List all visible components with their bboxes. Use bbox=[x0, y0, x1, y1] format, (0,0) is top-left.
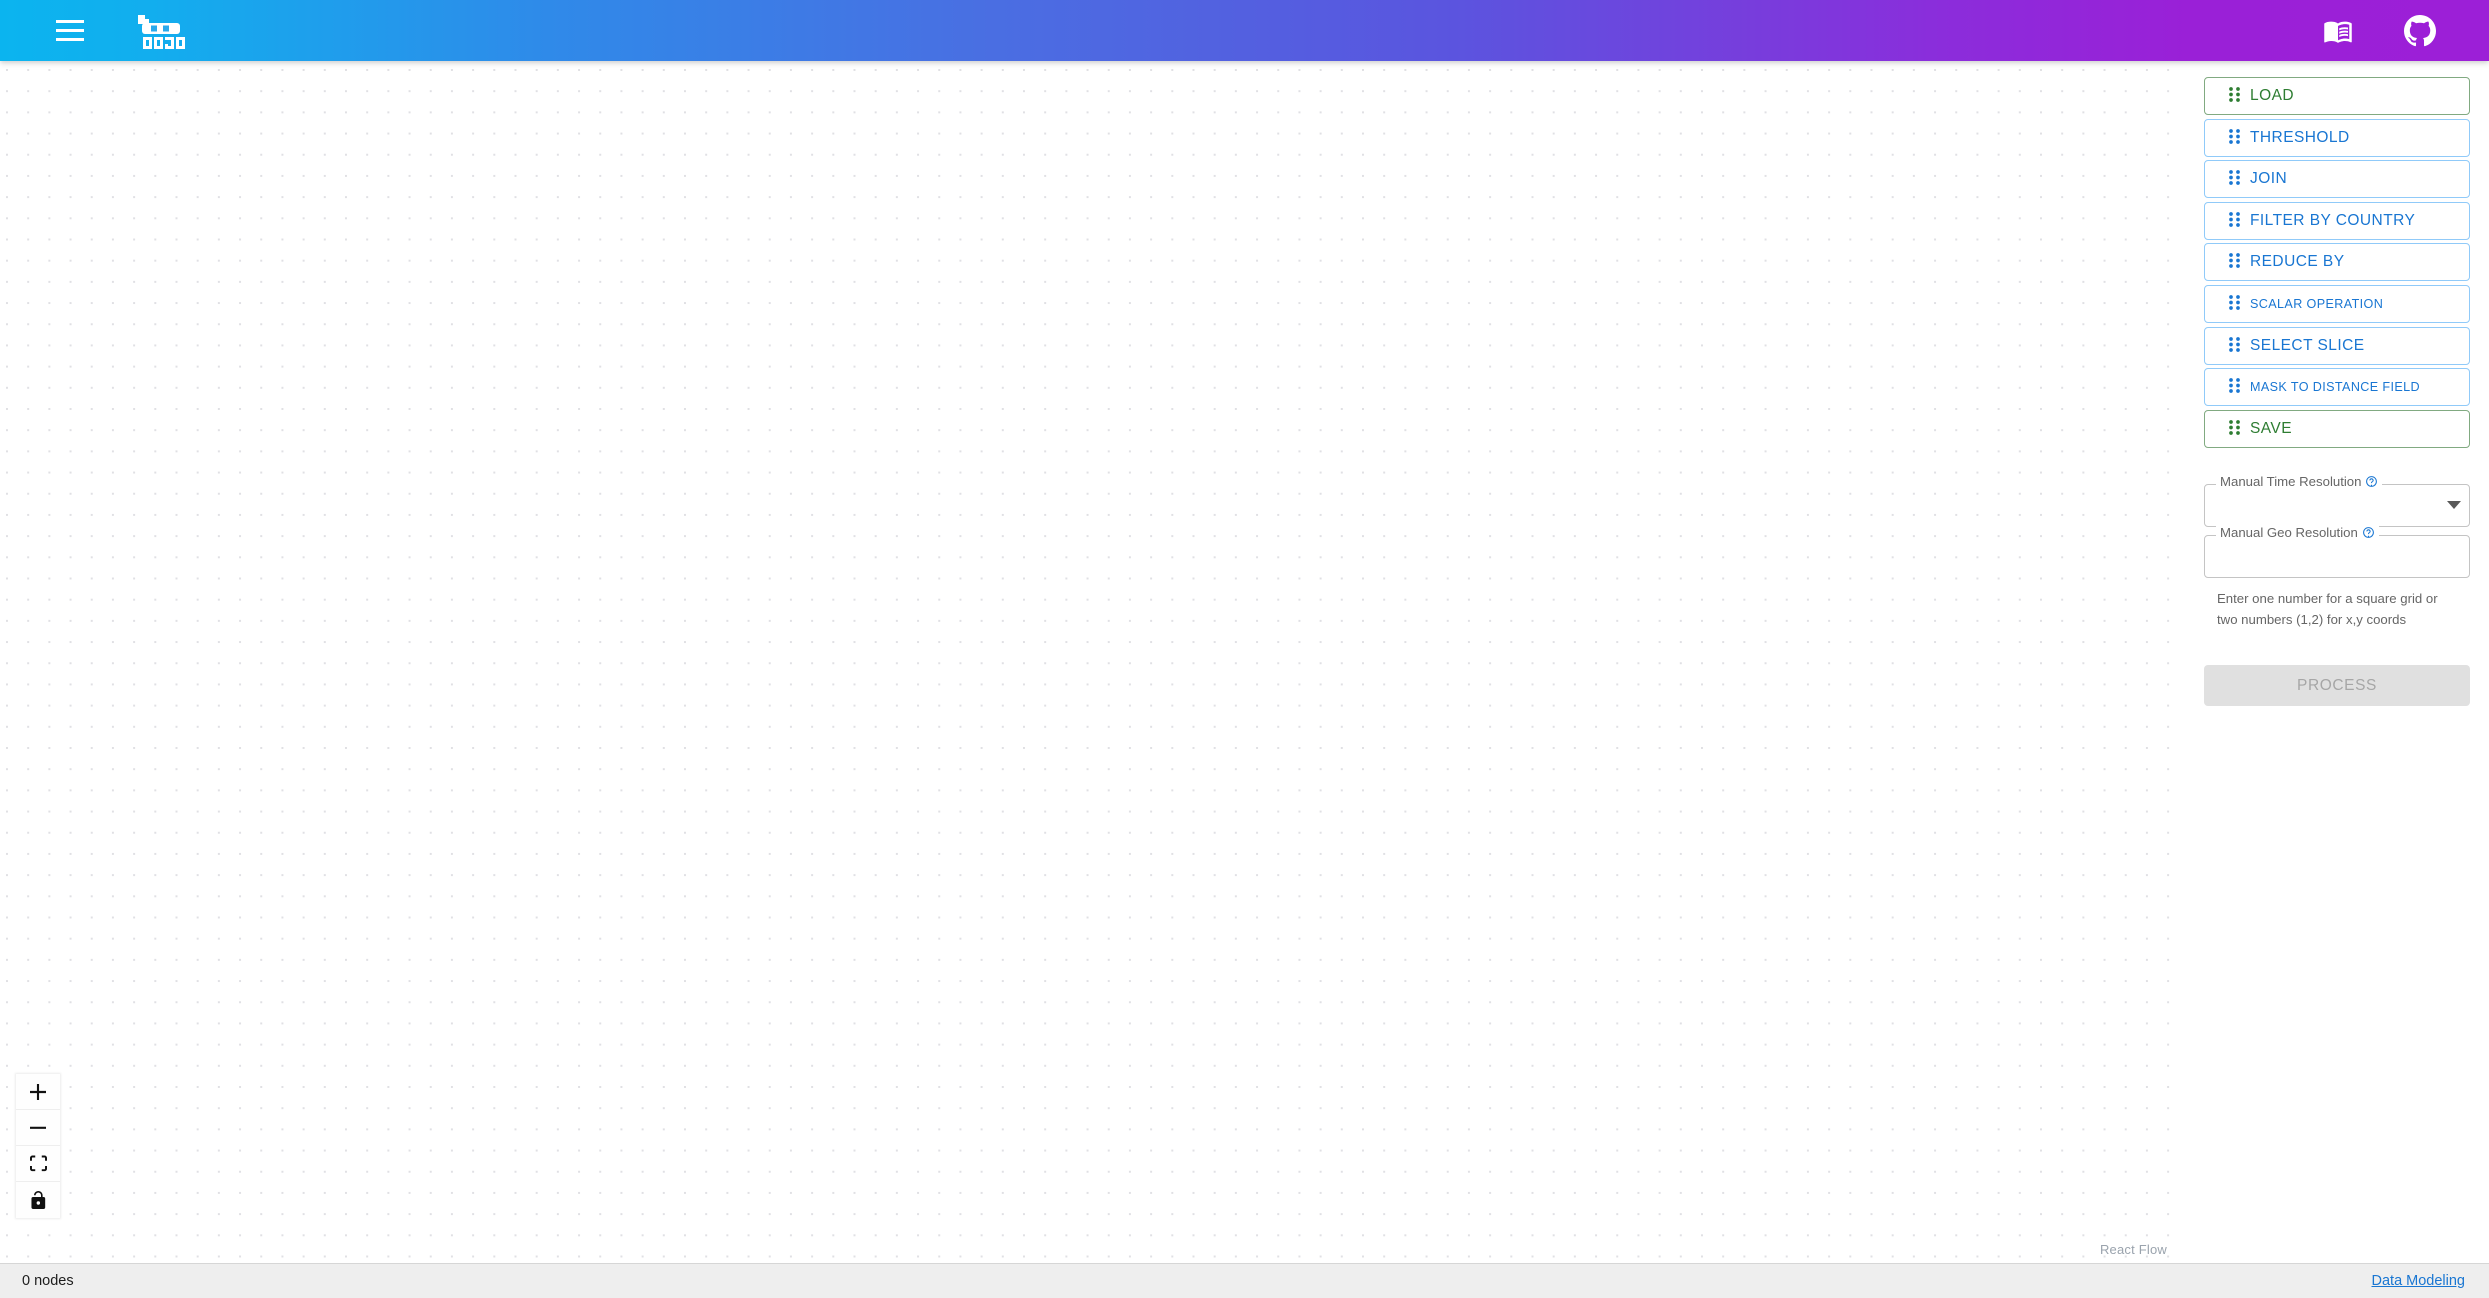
operation-label: Reduce By bbox=[2250, 253, 2345, 271]
operation-filter-by-country[interactable]: Filter by Country bbox=[2204, 201, 2470, 240]
app-root: React Flow Load bbox=[0, 0, 2489, 1298]
data-modeling-link[interactable]: Data Modeling bbox=[2372, 1273, 2466, 1289]
drag-dots-icon[interactable] bbox=[2229, 87, 2240, 105]
book-icon[interactable] bbox=[2317, 10, 2359, 52]
fit-view-icon[interactable] bbox=[16, 1146, 60, 1182]
drag-dots-icon[interactable] bbox=[2229, 378, 2240, 396]
operation-join[interactable]: Join bbox=[2204, 160, 2470, 199]
geo-resolution-helper-text: Enter one number for a square grid or tw… bbox=[2217, 590, 2438, 627]
unlock-icon[interactable] bbox=[16, 1182, 60, 1218]
drag-dots-icon[interactable] bbox=[2229, 170, 2240, 188]
operation-label: Scalar Operation bbox=[2250, 296, 2384, 311]
manual-geo-resolution-field[interactable]: Manual Geo Resolution bbox=[2204, 526, 2470, 578]
node-count-label: 0 nodes bbox=[22, 1273, 74, 1289]
minus-icon[interactable] bbox=[16, 1110, 60, 1146]
manual-geo-resolution-input[interactable] bbox=[2204, 534, 2470, 578]
operation-label: Select Slice bbox=[2250, 336, 2365, 354]
resolution-fields: Manual Time Resolution Manual Geo Resolu… bbox=[2204, 475, 2470, 707]
manual-time-resolution-field[interactable]: Manual Time Resolution bbox=[2204, 475, 2470, 527]
menu-bar-1 bbox=[56, 20, 84, 23]
flow-canvas[interactable]: React Flow bbox=[0, 61, 2185, 1263]
hamburger-menu-icon[interactable] bbox=[48, 9, 92, 53]
manual-time-resolution-select[interactable] bbox=[2204, 484, 2470, 527]
operation-scalar-operation[interactable]: Scalar Operation bbox=[2204, 284, 2470, 323]
process-button[interactable]: Process bbox=[2204, 665, 2470, 707]
operation-label: Threshold bbox=[2250, 128, 2350, 146]
drag-dots-icon[interactable] bbox=[2229, 295, 2240, 313]
operation-save[interactable]: Save bbox=[2204, 409, 2470, 448]
operation-mask-to-distance-field[interactable]: Mask to Distance Field bbox=[2204, 368, 2470, 407]
body-area: React Flow Load bbox=[0, 61, 2489, 1263]
menu-bar-2 bbox=[56, 29, 84, 32]
operation-label: Join bbox=[2250, 170, 2288, 188]
operation-reduce-by[interactable]: Reduce By bbox=[2204, 243, 2470, 282]
operation-label: Filter by Country bbox=[2250, 211, 2416, 229]
flow-controls bbox=[16, 1074, 60, 1218]
operation-list: Load Threshold bbox=[2204, 77, 2470, 448]
header-actions bbox=[2317, 10, 2441, 52]
github-icon[interactable] bbox=[2399, 10, 2441, 52]
plus-icon[interactable] bbox=[16, 1074, 60, 1110]
operation-threshold[interactable]: Threshold bbox=[2204, 118, 2470, 157]
operations-sidebar: Load Threshold bbox=[2185, 61, 2489, 1263]
drag-dots-icon[interactable] bbox=[2229, 253, 2240, 271]
status-bar: 0 nodes Data Modeling bbox=[0, 1263, 2489, 1298]
drag-dots-icon[interactable] bbox=[2229, 211, 2240, 230]
operation-label: Mask to Distance Field bbox=[2250, 380, 2421, 395]
operation-label: Load bbox=[2250, 87, 2295, 104]
operation-select-slice[interactable]: Select Slice bbox=[2204, 326, 2470, 365]
drag-dots-icon[interactable] bbox=[2229, 419, 2240, 438]
app-header bbox=[0, 0, 2489, 61]
dojo-pixel-logo[interactable] bbox=[136, 11, 192, 51]
react-flow-attribution[interactable]: React Flow bbox=[2100, 1242, 2167, 1257]
menu-bar-3 bbox=[56, 38, 84, 41]
drag-dots-icon[interactable] bbox=[2229, 336, 2240, 355]
operation-label: Save bbox=[2250, 419, 2293, 437]
operation-load[interactable]: Load bbox=[2204, 77, 2470, 115]
drag-dots-icon[interactable] bbox=[2229, 128, 2240, 147]
